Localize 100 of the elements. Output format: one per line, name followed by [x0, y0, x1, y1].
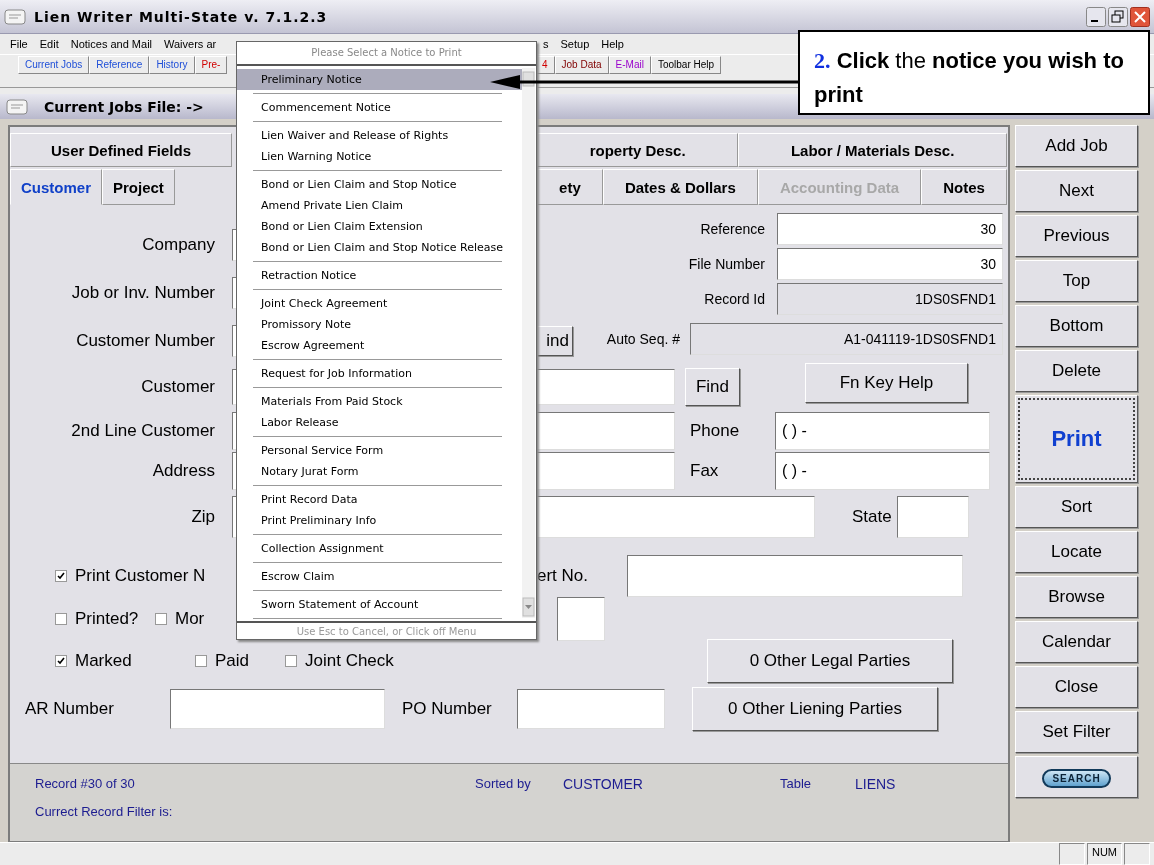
tab[interactable]: Labor / Materials Desc. [738, 133, 1007, 167]
search-button[interactable]: SEARCH [1015, 756, 1138, 798]
phone-field[interactable]: ( ) - [775, 412, 990, 450]
checkbox[interactable] [195, 655, 207, 667]
toolbar-button[interactable]: E-Mail [608, 56, 651, 74]
menu-item[interactable]: s [537, 38, 555, 50]
side-button[interactable]: Next [1015, 170, 1138, 212]
sort-value: CUSTOMER [563, 776, 644, 792]
checkbox[interactable] [55, 570, 67, 582]
menu-item[interactable]: Print Record Data [237, 489, 522, 510]
print-button[interactable]: Print [1015, 395, 1138, 483]
side-button[interactable]: Locate [1015, 531, 1138, 573]
tab[interactable]: roperty Desc. [537, 133, 739, 167]
side-button[interactable]: Set Filter [1015, 711, 1138, 753]
find-button[interactable]: ind [537, 326, 573, 356]
menu-item[interactable]: Promissory Note [237, 314, 522, 335]
side-button[interactable]: Previous [1015, 215, 1138, 257]
tab[interactable]: User Defined Fields [10, 133, 232, 167]
scrollbar[interactable] [522, 68, 535, 618]
side-button[interactable]: Delete [1015, 350, 1138, 392]
side-button[interactable]: Sort [1015, 486, 1138, 528]
field-label: 2nd Line Customer [70, 421, 215, 441]
toolbar-button[interactable]: Toolbar Help [650, 56, 722, 74]
menu-item[interactable]: Commencement Notice [237, 97, 522, 118]
menu-item[interactable]: Retraction Notice [237, 265, 522, 286]
menu-item[interactable]: Help [595, 38, 630, 50]
menu-item[interactable]: Edit [33, 38, 65, 50]
side-button[interactable]: Close [1015, 666, 1138, 708]
toolbar-button[interactable]: Reference [89, 56, 150, 74]
menu-item[interactable]: Sworn Statement of Account [237, 594, 522, 615]
menu-item[interactable]: Escrow Agreement [237, 335, 522, 356]
menu-item[interactable]: Notices and Mail [64, 38, 159, 50]
tab[interactable]: Notes [921, 169, 1007, 205]
menu-item[interactable]: Materials From Paid Stock [237, 391, 522, 412]
menu-item[interactable]: Print Preliminary Info [237, 510, 522, 531]
field-label: Company [141, 235, 215, 255]
toolbar-button[interactable]: History [149, 56, 195, 74]
menu-item[interactable]: Labor Release [237, 412, 522, 433]
input-field[interactable]: 30 [777, 213, 1003, 245]
input-field[interactable] [517, 689, 665, 729]
checkbox[interactable] [285, 655, 297, 667]
restore-icon[interactable] [1108, 6, 1128, 27]
checkbox-label: Paid [215, 651, 250, 671]
side-button[interactable]: Browse [1015, 576, 1138, 618]
tab[interactable]: ety [537, 169, 603, 205]
checkbox[interactable] [155, 613, 167, 625]
other-parties-button[interactable]: 0 Other Liening Parties [692, 687, 938, 731]
checkbox-label: Mor [175, 609, 205, 629]
menu-item[interactable]: File [4, 38, 34, 50]
menu-item[interactable]: Bond or Lien Claim Extension [237, 216, 522, 237]
input-field[interactable] [897, 496, 969, 538]
sort-label: Sorted by [475, 776, 532, 791]
side-button[interactable]: Add Job [1015, 125, 1138, 167]
input-field[interactable] [557, 597, 605, 641]
field-label: AR Number [25, 699, 115, 719]
filter-text: Currect Record Filter is: [35, 804, 173, 819]
status-panel [1124, 843, 1150, 865]
close-icon[interactable] [1130, 6, 1150, 27]
fn-key-help-button[interactable]: Fn Key Help [805, 363, 968, 403]
menu-item[interactable]: Escrow Claim [237, 566, 522, 587]
menu-item[interactable]: Waivers ar [158, 38, 223, 50]
find-button[interactable]: Find [685, 368, 740, 406]
menu-item[interactable]: Personal Service Form [237, 440, 522, 461]
input-field[interactable] [627, 555, 963, 597]
toolbar-button[interactable]: Current Jobs [18, 56, 90, 74]
menu-item[interactable]: Preliminary Notice [237, 69, 522, 90]
tab[interactable]: Dates & Dollars [602, 169, 758, 205]
input-field[interactable]: 30 [777, 248, 1003, 280]
menu-item[interactable]: Amend Private Lien Claim [237, 195, 522, 216]
menu-item[interactable]: Lien Warning Notice [237, 146, 522, 167]
status-panel [1058, 843, 1085, 865]
tab[interactable]: Customer [10, 169, 102, 205]
menu-item[interactable]: Request for Job Information [237, 363, 522, 384]
toolbar-button[interactable]: 4 [535, 56, 555, 74]
checkbox[interactable] [55, 655, 67, 667]
field-label: PO Number [402, 699, 493, 719]
menu-item[interactable]: Bond or Lien Claim and Stop Notice [237, 174, 522, 195]
menu-item[interactable]: Lien Waiver and Release of Rights [237, 125, 522, 146]
field-label: Customer Number [75, 331, 215, 351]
menu-item[interactable]: Notary Jurat Form [237, 461, 522, 482]
toolbar-button[interactable]: Pre- [194, 56, 228, 74]
toolbar-button[interactable]: Job Data [554, 56, 609, 74]
menu-item[interactable]: Collection Assignment [237, 538, 522, 559]
minimize-icon[interactable] [1086, 6, 1106, 27]
menu-item[interactable]: Bond or Lien Claim and Stop Notice Release [237, 237, 522, 258]
field-label: State [852, 507, 893, 527]
tab[interactable]: Project [102, 169, 175, 205]
input-field[interactable] [170, 689, 385, 729]
window-title: Lien Writer Multi-State v. 7.1.2.3 [34, 8, 328, 25]
other-parties-button[interactable]: 0 Other Legal Parties [707, 639, 953, 683]
checkbox[interactable] [55, 613, 67, 625]
readonly-field: A1-041119-1DS0SFND1 [690, 323, 1003, 355]
table-label: Table [780, 776, 813, 791]
menu-item[interactable]: Setup [554, 38, 596, 50]
menu-item[interactable]: Joint Check Agreement [237, 293, 522, 314]
side-button[interactable]: Calendar [1015, 621, 1138, 663]
side-button[interactable]: Bottom [1015, 305, 1138, 347]
side-button[interactable]: Top [1015, 260, 1138, 302]
fax-field[interactable]: ( ) - [775, 452, 990, 490]
field-label: Customer [140, 377, 215, 397]
